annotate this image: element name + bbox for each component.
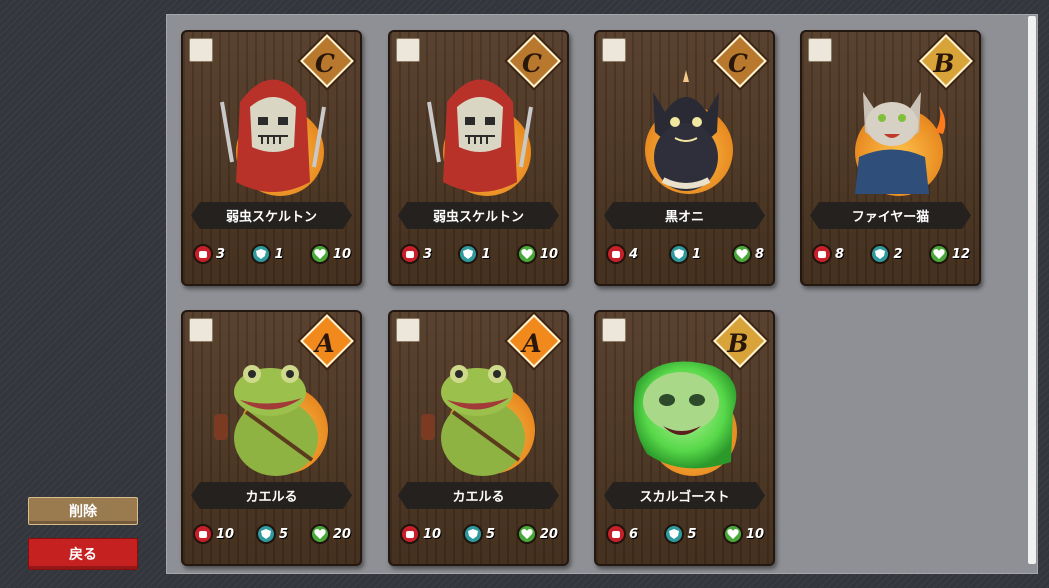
shield-icon <box>458 244 479 264</box>
card-name: 黒オニ <box>604 202 765 229</box>
health-value: 10 <box>539 246 558 262</box>
fist-icon <box>400 524 420 544</box>
health-value: 20 <box>539 526 558 542</box>
rank-letter: C <box>522 48 542 78</box>
attack-value: 4 <box>629 246 639 262</box>
card-name: カエルる <box>398 482 559 509</box>
rank-letter: C <box>315 48 335 78</box>
card-frog[interactable]: A カエルる 10 5 20 <box>181 310 362 566</box>
attack-value: 3 <box>423 246 433 262</box>
fist-icon <box>606 524 626 544</box>
rank-letter: A <box>522 328 542 358</box>
defense-value: 5 <box>485 526 496 542</box>
rank-letter: B <box>933 48 955 78</box>
card-select-checkbox[interactable] <box>808 38 832 62</box>
heart-icon <box>928 244 949 264</box>
shield-icon <box>251 244 272 264</box>
card-name: ファイヤー猫 <box>810 202 971 229</box>
card-weak-skeleton[interactable]: C 弱虫スケルトン 3 1 10 <box>181 30 362 286</box>
attack-value: 3 <box>216 246 226 262</box>
rank-letter: A <box>315 328 335 358</box>
card-select-checkbox[interactable] <box>189 318 213 342</box>
shield-icon <box>255 524 276 544</box>
heart-icon <box>516 244 537 264</box>
card-select-checkbox[interactable] <box>189 38 213 62</box>
health-value: 20 <box>332 526 351 542</box>
card-stats: 3 1 10 <box>400 242 558 266</box>
defense-value: 5 <box>278 526 289 542</box>
health-value: 12 <box>951 246 970 262</box>
back-button[interactable]: 戻る <box>28 538 138 570</box>
shield-icon <box>664 524 685 544</box>
fist-icon <box>400 244 420 264</box>
heart-icon <box>731 244 752 264</box>
defense-value: 1 <box>274 246 284 262</box>
attack-value: 10 <box>423 526 442 542</box>
card-stats: 10 5 20 <box>193 522 351 546</box>
card-frog[interactable]: A カエルる 10 5 20 <box>388 310 569 566</box>
delete-button[interactable]: 削除 <box>28 497 138 525</box>
panel-scrollbar[interactable] <box>1028 16 1036 564</box>
card-black-oni[interactable]: C 黒オニ 4 1 8 <box>594 30 775 286</box>
heart-icon <box>309 524 330 544</box>
health-value: 10 <box>332 246 351 262</box>
heart-icon <box>722 524 743 544</box>
defense-value: 5 <box>687 526 697 542</box>
card-select-checkbox[interactable] <box>602 318 626 342</box>
card-skull-ghost[interactable]: B スカルゴースト 6 5 10 <box>594 310 775 566</box>
health-value: 8 <box>754 246 764 262</box>
defense-value: 1 <box>691 246 702 262</box>
card-stats: 8 2 12 <box>812 242 970 266</box>
defense-value: 2 <box>893 246 903 262</box>
attack-value: 10 <box>216 526 235 542</box>
shield-icon <box>668 244 689 264</box>
card-name: カエルる <box>191 482 352 509</box>
shield-icon <box>462 524 483 544</box>
fist-icon <box>193 524 213 544</box>
heart-icon <box>516 524 537 544</box>
fist-icon <box>193 244 213 264</box>
card-select-checkbox[interactable] <box>396 38 420 62</box>
card-select-checkbox[interactable] <box>396 318 420 342</box>
card-select-checkbox[interactable] <box>602 38 626 62</box>
card-name: 弱虫スケルトン <box>191 202 352 229</box>
fist-icon <box>606 244 626 264</box>
rank-letter: C <box>728 48 748 78</box>
shield-icon <box>870 244 891 264</box>
rank-letter: B <box>727 328 749 358</box>
health-value: 10 <box>745 526 764 542</box>
fist-icon <box>812 244 832 264</box>
defense-value: 1 <box>481 246 491 262</box>
heart-icon <box>309 244 330 264</box>
card-stats: 6 5 10 <box>606 522 764 546</box>
card-stats: 3 1 10 <box>193 242 351 266</box>
card-stats: 4 1 8 <box>606 242 764 266</box>
card-fire-cat[interactable]: B ファイヤー猫 8 2 12 <box>800 30 981 286</box>
attack-value: 8 <box>835 246 845 262</box>
card-stats: 10 5 20 <box>400 522 558 546</box>
attack-value: 6 <box>629 526 639 542</box>
card-weak-skeleton[interactable]: C 弱虫スケルトン 3 1 10 <box>388 30 569 286</box>
card-name: スカルゴースト <box>604 482 765 509</box>
card-name: 弱虫スケルトン <box>398 202 559 229</box>
